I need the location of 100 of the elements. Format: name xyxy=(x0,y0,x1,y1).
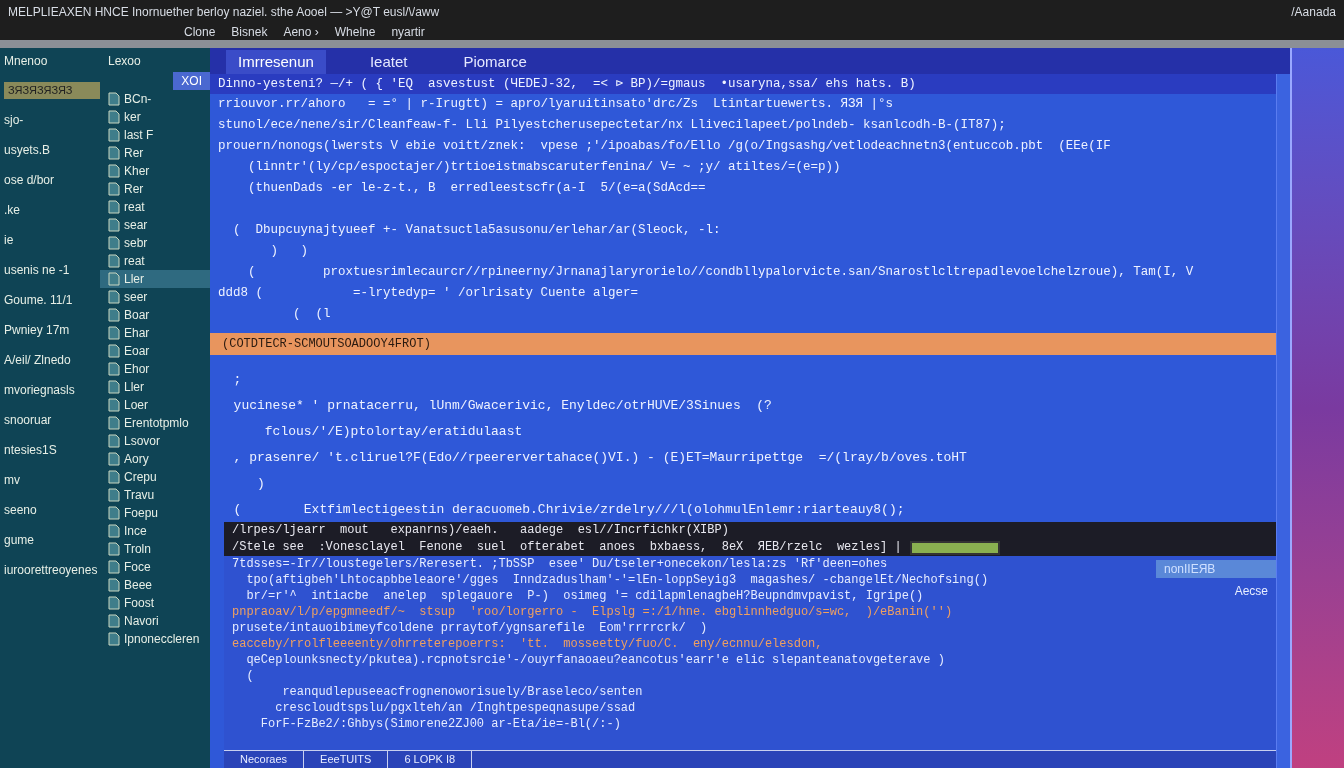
editor-tab[interactable]: Ieatet xyxy=(357,50,420,74)
file-item[interactable]: Ipnoneccleren xyxy=(100,630,210,648)
file-item[interactable]: Loer xyxy=(100,396,210,414)
file-item[interactable]: Foce xyxy=(100,558,210,576)
file-item[interactable]: sebr xyxy=(100,234,210,252)
file-icon xyxy=(108,110,120,124)
file-icon xyxy=(108,146,120,160)
file-item[interactable]: Lsovor xyxy=(100,432,210,450)
status-item: EeeTUITS xyxy=(304,751,389,768)
file-icon xyxy=(108,614,120,628)
file-item[interactable]: Travu xyxy=(100,486,210,504)
code-line: ddd8 ( =-lrytedyp= ' /orlrisaty Cuente alger= xyxy=(217,285,640,302)
code-line: ( Extfimlectigeestin deracuomeb.Chrivie/zrdelry///l(olohmulEnlemr:riarteauy8(); xyxy=(232,501,906,519)
sidebar-header: Mnenoo xyxy=(4,53,49,70)
file-icon xyxy=(108,344,120,358)
output-line: tpo(aftigbeh'Lhtocapbbeleaore'/gges Inndzaduslham'-'=lEn-loppSeyig3 magashes/ -cbangelEt/Nechofsing() xyxy=(245,572,990,588)
file-item[interactable]: Eoar xyxy=(100,342,210,360)
file-item[interactable]: ker xyxy=(100,108,210,126)
panel-label: Aecse xyxy=(1234,583,1269,600)
sidebar-note: mv xyxy=(4,471,21,489)
file-item[interactable]: Ller xyxy=(100,270,210,288)
file-item[interactable]: Ince xyxy=(100,522,210,540)
file-icon xyxy=(108,92,120,106)
menu-item[interactable]: Bisnek xyxy=(231,23,268,41)
file-icon xyxy=(108,200,120,214)
file-icon xyxy=(108,488,120,502)
panel-header-line: /Stele see ׃ Vonesclayel Fenone suel ofterabet anoes bxbaess, 8eX ЯEB/rzelc wezles] | xyxy=(232,539,902,556)
file-item[interactable]: last F xyxy=(100,126,210,144)
file-item[interactable]: Crepu xyxy=(100,468,210,486)
file-item[interactable]: Aory xyxy=(100,450,210,468)
file-item[interactable]: reat xyxy=(100,252,210,270)
file-item[interactable]: Boar xyxy=(100,306,210,324)
code-line: ) ) xyxy=(269,243,309,260)
file-item[interactable]: BCn- xyxy=(100,90,210,108)
code-line: stunol/ece/nene/sir/Cleanfeaw-f- Lli Pilyestcherusepectetar/nx Llivecilapeet/polndeb- ksanlcodh-B-(IT87); xyxy=(217,117,1007,134)
file-item[interactable]: Rer xyxy=(100,144,210,162)
menu-item[interactable]: Clone xyxy=(184,23,216,41)
file-icon xyxy=(108,236,120,250)
folder-badge: XOI xyxy=(173,72,210,90)
file-item[interactable]: Ehar xyxy=(100,324,210,342)
sidebar-note: Pwniey 17m xyxy=(4,321,71,339)
code-line: ; xyxy=(232,371,243,389)
file-icon xyxy=(108,560,120,574)
code-line: yucinese* ' prnatacerru, lUnm/Gwacerivic, Enyldec/otrHUVE/3Sinues (? xyxy=(232,397,773,415)
file-icon xyxy=(108,542,120,556)
file-item[interactable]: Foost xyxy=(100,594,210,612)
file-item[interactable]: Ller xyxy=(100,378,210,396)
file-icon xyxy=(108,362,120,376)
output-line: qeCeplounksnecty/pkutea).rcpnotsrcie'-/ouyrfanaoaeu?eancotus'earr'e elic slepanteanatovgeterave ) xyxy=(245,652,946,668)
sidebar-note: ose d/bor xyxy=(4,171,56,189)
menu-item[interactable]: Aeno › xyxy=(283,23,319,41)
status-item: Necoraes xyxy=(224,751,305,768)
panel-tag: nonIIEЯB xyxy=(1156,560,1276,578)
menu-item[interactable]: Whelne xyxy=(334,23,376,41)
file-icon xyxy=(108,398,120,412)
file-item[interactable]: Kher xyxy=(100,162,210,180)
file-icon xyxy=(108,416,120,430)
file-icon xyxy=(108,254,120,268)
sidebar-note: A/eil/ Zlnedo xyxy=(4,351,72,369)
file-icon xyxy=(108,128,120,142)
sidebar-note: sjo- xyxy=(4,111,25,129)
editor-tab[interactable]: Imrresenun xyxy=(226,50,326,74)
output-line: 7tdsses=-Ir//loustegelers/Reresert. ;TbSSP esee' Du/tseler+onecekon/lesla:zs 'Rf'deen=ohes xyxy=(232,556,889,572)
file-icon xyxy=(108,506,120,520)
sidebar-note: Goume. 11/1 xyxy=(4,291,74,309)
sidebar-header: Lexoo xyxy=(107,53,142,70)
output-line: ( xyxy=(245,668,255,684)
file-item[interactable]: Navori xyxy=(100,612,210,630)
sidebar-note: snooruar xyxy=(4,411,53,429)
file-item[interactable]: reat xyxy=(100,198,210,216)
output-line: reanqudlepuseeacfrognenoworisuely/Braseleco/senten xyxy=(281,684,644,700)
output-line: ForF-FzBe2/:Ghbys(Simorene2ZJ00 ar-Eta/ie=-Bl(/:-) xyxy=(259,716,622,732)
code-line: (linntr'(ly/cp/espoctajer/)trtioeistmabscaruterfenina/ V= ~ ;y/ atiltes/=(e=p)) xyxy=(247,159,842,176)
file-item[interactable]: Erentotpmlo xyxy=(100,414,210,432)
file-item[interactable]: Beee xyxy=(100,576,210,594)
sidebar-note: usyets.B xyxy=(4,141,52,159)
sidebar-note: .ke xyxy=(4,201,21,219)
sidebar-note: usenis ne -1 xyxy=(4,261,71,279)
sidebar-note: mvoriegnasls xyxy=(4,381,76,399)
panel-header-line: /lrpes/ljearr mout expanrns)/eaeh. aadege esl//Incrfichkr(XIBP) xyxy=(232,522,730,539)
file-icon xyxy=(108,524,120,538)
editor-tab[interactable]: Piomarce xyxy=(451,50,539,74)
output-line: br/=r'^ intiacbe anelep splegauore P-) osimeg '= cdilapmlenagbeH?Beupndmvpavist, Igripe() xyxy=(245,588,925,604)
file-item[interactable]: Ehor xyxy=(100,360,210,378)
file-item[interactable]: Troln xyxy=(100,540,210,558)
file-item[interactable]: Foepu xyxy=(100,504,210,522)
file-item[interactable]: sear xyxy=(100,216,210,234)
output-line: prusete/intauoibimeyfcoldene prraytof/ygnsarefile Eom'rrrrcrk/ ) xyxy=(232,620,709,636)
file-icon xyxy=(108,596,120,610)
file-icon xyxy=(108,182,120,196)
user-label: /Aanada xyxy=(1291,4,1336,21)
file-item[interactable]: Rer xyxy=(100,180,210,198)
menu-item[interactable]: nyartir xyxy=(391,23,425,41)
file-icon xyxy=(108,434,120,448)
file-item[interactable]: seer xyxy=(100,288,210,306)
sidebar-note: gume xyxy=(4,531,36,549)
code-line: , prasenre/ 't.cliruel?F(Edo//rpeerervertahace()VI.) - (E)ET=Maurripettge =/(lray/b/oves.toHT xyxy=(232,449,968,467)
window-title: MELPLIEAXEN HNCE Inornuether berloy naziel. sthe Aooel — >Y@T eusl/\/aww xyxy=(8,4,440,21)
file-icon xyxy=(108,164,120,178)
code-line: (thuenDads -er le-z-t., B erredleestscfr(a-I 5/(e=a(SdAcd== xyxy=(247,180,707,197)
